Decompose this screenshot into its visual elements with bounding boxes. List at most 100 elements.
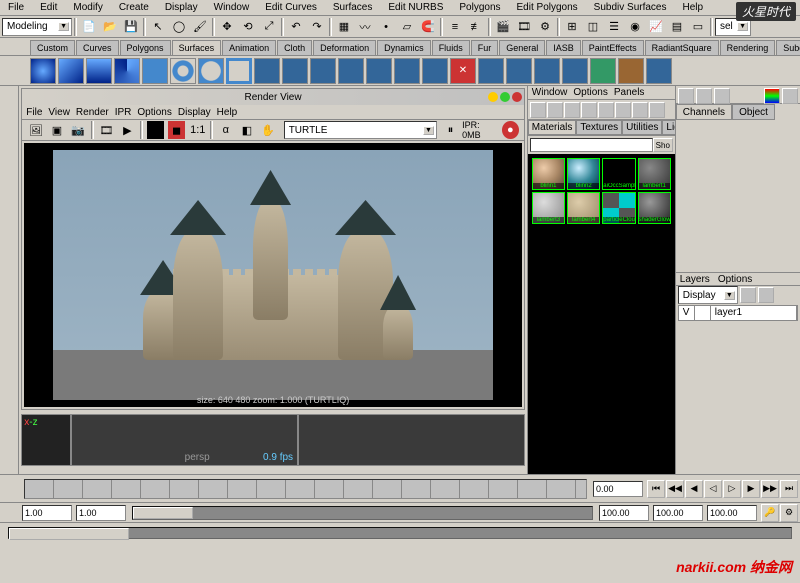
playback-end-field[interactable] — [599, 505, 649, 521]
rp-list2-icon[interactable] — [696, 88, 712, 104]
hs-menu-window[interactable]: Window — [532, 87, 568, 98]
graph-icon[interactable]: 📈 — [646, 17, 666, 37]
snap-point-icon[interactable]: • — [376, 17, 396, 37]
move-icon[interactable]: ✥ — [217, 17, 237, 37]
snap-live-icon[interactable]: 🧲 — [418, 17, 438, 37]
menu-polygons[interactable]: Polygons — [455, 1, 504, 14]
close-ipr-icon[interactable]: ● — [501, 120, 520, 140]
rp-manip-icon[interactable] — [764, 88, 780, 104]
attach-icon[interactable] — [478, 58, 504, 84]
rv-menu-ipr[interactable]: IPR — [115, 107, 132, 118]
render-seq-icon[interactable]: 🎞 — [97, 120, 116, 140]
rv-menu-display[interactable]: Display — [178, 107, 211, 118]
viewport-top[interactable]: x-z — [21, 414, 71, 466]
shelf-tab-dynamics[interactable]: Dynamics — [377, 40, 431, 55]
birail-icon[interactable] — [366, 58, 392, 84]
renderer-dropdown[interactable]: TURTLE — [284, 121, 437, 139]
range-thumb[interactable] — [133, 507, 193, 519]
planar-icon[interactable] — [310, 58, 336, 84]
layer-type-toggle[interactable] — [695, 306, 711, 320]
bevel-icon[interactable] — [422, 58, 448, 84]
menu-editcurves[interactable]: Edit Curves — [261, 1, 321, 14]
step-back-icon[interactable]: ◀ — [685, 480, 703, 498]
step-back-key-icon[interactable]: ◀◀ — [666, 480, 684, 498]
shelf-tab-custom[interactable]: Custom — [30, 40, 75, 55]
layers-display-dropdown[interactable]: Display — [678, 286, 738, 304]
step-fwd-icon[interactable]: ▶ — [742, 480, 760, 498]
hs-graph-icon[interactable] — [632, 102, 648, 118]
rv-menu-options[interactable]: Options — [137, 107, 171, 118]
menu-editnurbs[interactable]: Edit NURBS — [384, 1, 447, 14]
play-fwd-icon[interactable]: ▷ — [723, 480, 741, 498]
hs-tab-textures[interactable]: Textures — [576, 120, 622, 135]
revolve-icon[interactable] — [254, 58, 280, 84]
script-icon[interactable]: ▭ — [688, 17, 708, 37]
rp-tab-object[interactable]: Object — [732, 104, 775, 120]
rv-menu-help[interactable]: Help — [217, 107, 238, 118]
swatch-lambert4[interactable]: lambert4 — [567, 192, 600, 224]
new-layer-icon[interactable] — [740, 287, 756, 303]
snap-plane-icon[interactable]: ▱ — [397, 17, 417, 37]
menu-edit[interactable]: Edit — [36, 1, 61, 14]
play-back-icon[interactable]: ◁ — [704, 480, 722, 498]
shelf-tab-painteffects[interactable]: PaintEffects — [582, 40, 644, 55]
shelf-tab-fluids[interactable]: Fluids — [432, 40, 470, 55]
select-icon[interactable]: ↖ — [148, 17, 168, 37]
history-off-icon[interactable]: ≢ — [466, 17, 486, 37]
layer-up-icon[interactable] — [758, 287, 774, 303]
nurbs-sphere-icon[interactable] — [30, 58, 56, 84]
range-track[interactable] — [132, 506, 593, 520]
shelf-tab-polygons[interactable]: Polygons — [120, 40, 171, 55]
menu-help[interactable]: Help — [679, 1, 708, 14]
nurbs-square-icon[interactable] — [226, 58, 252, 84]
delete-icon[interactable]: ✕ — [450, 58, 476, 84]
dope-icon[interactable]: ▤ — [667, 17, 687, 37]
channel-box-body[interactable] — [676, 120, 800, 272]
layers-menu-options[interactable]: Options — [718, 274, 752, 285]
menu-file[interactable]: File — [4, 1, 28, 14]
render-frame-icon[interactable]: 🎬 — [493, 17, 513, 37]
step-fwd-key-icon[interactable]: ▶▶ — [761, 480, 779, 498]
rp-list-icon[interactable] — [678, 88, 694, 104]
insert-iso-icon[interactable] — [590, 58, 616, 84]
boundary-icon[interactable] — [394, 58, 420, 84]
remove-image-icon[interactable]: ◼ — [167, 120, 186, 140]
menu-create[interactable]: Create — [115, 1, 153, 14]
hs-rearrange-icon[interactable] — [615, 102, 631, 118]
rp-gear-icon[interactable] — [782, 88, 798, 104]
extrude-icon[interactable] — [338, 58, 364, 84]
command-scroll[interactable] — [8, 527, 792, 539]
hs-show-top-icon[interactable] — [547, 102, 563, 118]
render-view-titlebar[interactable]: Render View — [22, 89, 524, 105]
menu-surfaces[interactable]: Surfaces — [329, 1, 376, 14]
hs-menu-options[interactable]: Options — [573, 87, 607, 98]
rv-menu-view[interactable]: View — [48, 107, 70, 118]
align-icon[interactable] — [534, 58, 560, 84]
range-start-field[interactable] — [22, 505, 72, 521]
display-rgb-icon[interactable]: ◧ — [237, 120, 256, 140]
swatch-particlecloud[interactable]: particleCloud1 — [602, 192, 635, 224]
hs-tab-materials[interactable]: Materials — [528, 120, 577, 135]
nurbs-cube-icon[interactable] — [58, 58, 84, 84]
nurbs-plane-icon[interactable] — [142, 58, 168, 84]
undo-icon[interactable]: ↶ — [286, 17, 306, 37]
hs-search-input[interactable] — [530, 138, 653, 152]
persp-view-icon[interactable]: ◫ — [583, 17, 603, 37]
new-scene-icon[interactable]: 📄 — [79, 17, 99, 37]
dither-icon[interactable]: ✋ — [259, 120, 278, 140]
hs-input-icon[interactable] — [649, 102, 665, 118]
ipr-icon[interactable]: ▶ — [118, 120, 137, 140]
original-size-icon[interactable]: 1:1 — [188, 120, 207, 140]
swatch-lambert3[interactable]: lambert3 — [532, 192, 565, 224]
hs-tab-utilities[interactable]: Utilities — [622, 120, 662, 135]
current-time-field[interactable] — [593, 481, 643, 497]
swatch-shaderglow[interactable]: shaderGlow1 — [638, 192, 671, 224]
menu-modify[interactable]: Modify — [69, 1, 106, 14]
nurbs-circle-icon[interactable] — [198, 58, 224, 84]
save-scene-icon[interactable]: 💾 — [121, 17, 141, 37]
swatch-occ[interactable]: aiOccSampler5 — [602, 158, 635, 190]
shelf-tab-general[interactable]: General — [499, 40, 545, 55]
outliner-icon[interactable]: ☰ — [604, 17, 624, 37]
shelf-tab-animation[interactable]: Animation — [222, 40, 276, 55]
shelf-tab-deformation[interactable]: Deformation — [313, 40, 376, 55]
